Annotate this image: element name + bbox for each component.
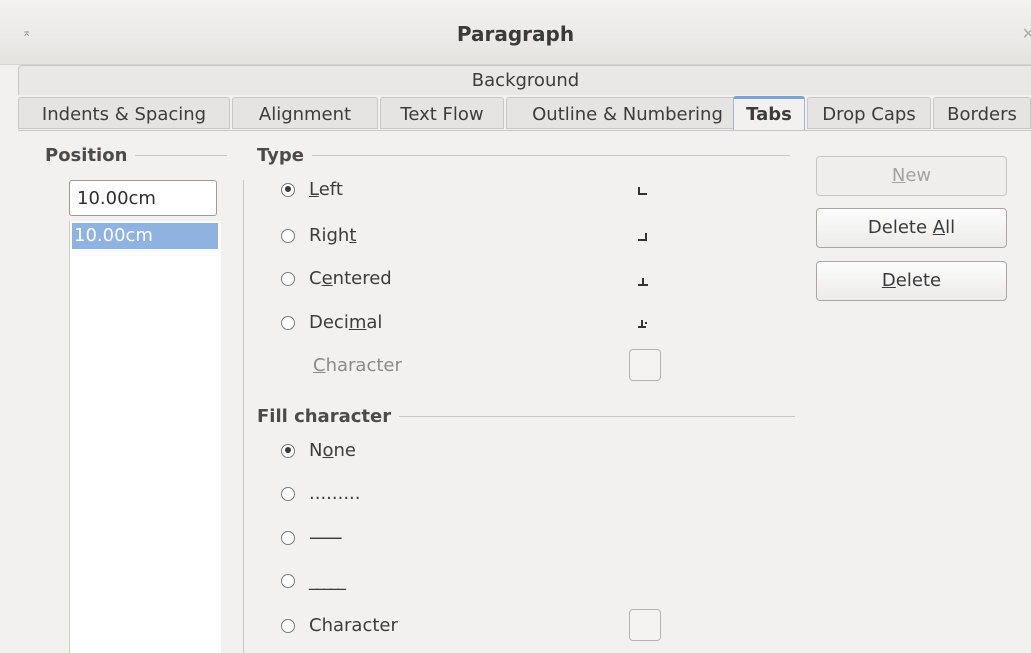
tab-outline-numbering[interactable]: Outline & Numbering [506, 97, 749, 129]
fill-underscore-radio[interactable]: _____ [281, 570, 346, 591]
divider [243, 180, 244, 653]
radio-button[interactable] [281, 228, 295, 243]
tab-background[interactable]: Background [18, 65, 1031, 95]
position-heading: Position [45, 145, 228, 166]
type-character-input [629, 349, 661, 381]
tab-indents-spacing[interactable]: Indents & Spacing [18, 97, 230, 129]
fill-dots-radio[interactable]: ......... [281, 483, 361, 504]
radio-button[interactable] [281, 443, 295, 458]
fill-none-radio[interactable]: None [281, 440, 356, 461]
close-icon[interactable]: ✕ [1022, 24, 1031, 43]
new-button[interactable]: New [816, 156, 1007, 196]
type-character-label: Character [313, 355, 402, 376]
radio-button[interactable] [281, 182, 295, 197]
tab-text-flow[interactable]: Text Flow [380, 97, 504, 129]
radio-button[interactable] [281, 486, 295, 501]
tab-alignment[interactable]: Alignment [232, 97, 378, 129]
delete-button[interactable]: Delete [816, 261, 1007, 301]
tab-right-icon [638, 233, 648, 241]
delete-all-button[interactable]: Delete All [816, 208, 1007, 248]
title-bar: ⌅ Paragraph ✕ [0, 0, 1031, 65]
position-input[interactable]: 10.00cm [69, 180, 217, 216]
radio-button[interactable] [281, 271, 295, 286]
tab-borders[interactable]: Borders [933, 97, 1031, 129]
fill-character-heading: Fill character [257, 406, 796, 427]
type-right-radio[interactable]: Right [281, 225, 356, 246]
radio-button[interactable] [281, 315, 295, 330]
radio-button[interactable] [281, 530, 295, 545]
radio-button[interactable] [281, 573, 295, 588]
list-item[interactable]: 10.00cm [72, 223, 218, 249]
tab-tabs[interactable]: Tabs [733, 96, 805, 130]
fill-dashes-radio[interactable]: ------- [281, 527, 342, 548]
tab-centered-icon [638, 278, 648, 286]
type-heading: Type [257, 145, 790, 166]
tab-panel-border [18, 130, 1031, 131]
radio-button[interactable] [281, 618, 295, 633]
type-decimal-radio[interactable]: Decimal [281, 312, 382, 333]
fill-character-radio[interactable]: Character [281, 615, 398, 636]
tab-decimal-icon [638, 320, 648, 328]
position-list[interactable]: 10.00cm [69, 221, 221, 653]
type-left-radio[interactable]: Left [281, 179, 343, 200]
dialog-title: Paragraph [456, 22, 575, 46]
type-centered-radio[interactable]: Centered [281, 268, 392, 289]
fill-character-input[interactable] [629, 609, 661, 641]
tab-drop-caps[interactable]: Drop Caps [807, 97, 931, 129]
tab-left-icon [638, 187, 648, 195]
